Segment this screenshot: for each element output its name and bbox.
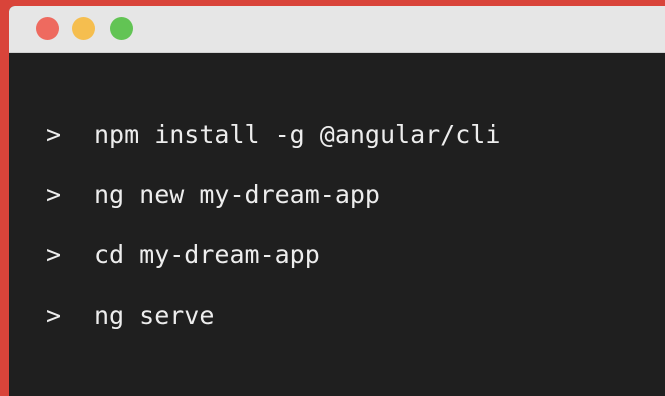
command-text: cd my-dream-app [94, 240, 320, 269]
command-text: ng new my-dream-app [94, 180, 380, 209]
minimize-window-button[interactable] [72, 17, 95, 40]
terminal-line: > ng new my-dream-app [9, 178, 665, 212]
command-text: npm install -g @angular/cli [94, 120, 501, 149]
window-titlebar [9, 6, 665, 53]
terminal-line: > cd my-dream-app [9, 238, 665, 272]
terminal-window: > npm install -g @angular/cli > ng new m… [9, 6, 665, 396]
prompt-symbol: > [46, 301, 62, 330]
close-window-button[interactable] [36, 17, 59, 40]
terminal-line: > npm install -g @angular/cli [9, 118, 665, 152]
prompt-symbol: > [46, 180, 62, 209]
terminal-line: > ng serve [9, 299, 665, 333]
terminal-body[interactable]: > npm install -g @angular/cli > ng new m… [9, 53, 665, 396]
prompt-symbol: > [46, 240, 62, 269]
background-frame: > npm install -g @angular/cli > ng new m… [0, 0, 665, 396]
zoom-window-button[interactable] [110, 17, 133, 40]
command-text: ng serve [94, 301, 215, 330]
prompt-symbol: > [46, 120, 62, 149]
